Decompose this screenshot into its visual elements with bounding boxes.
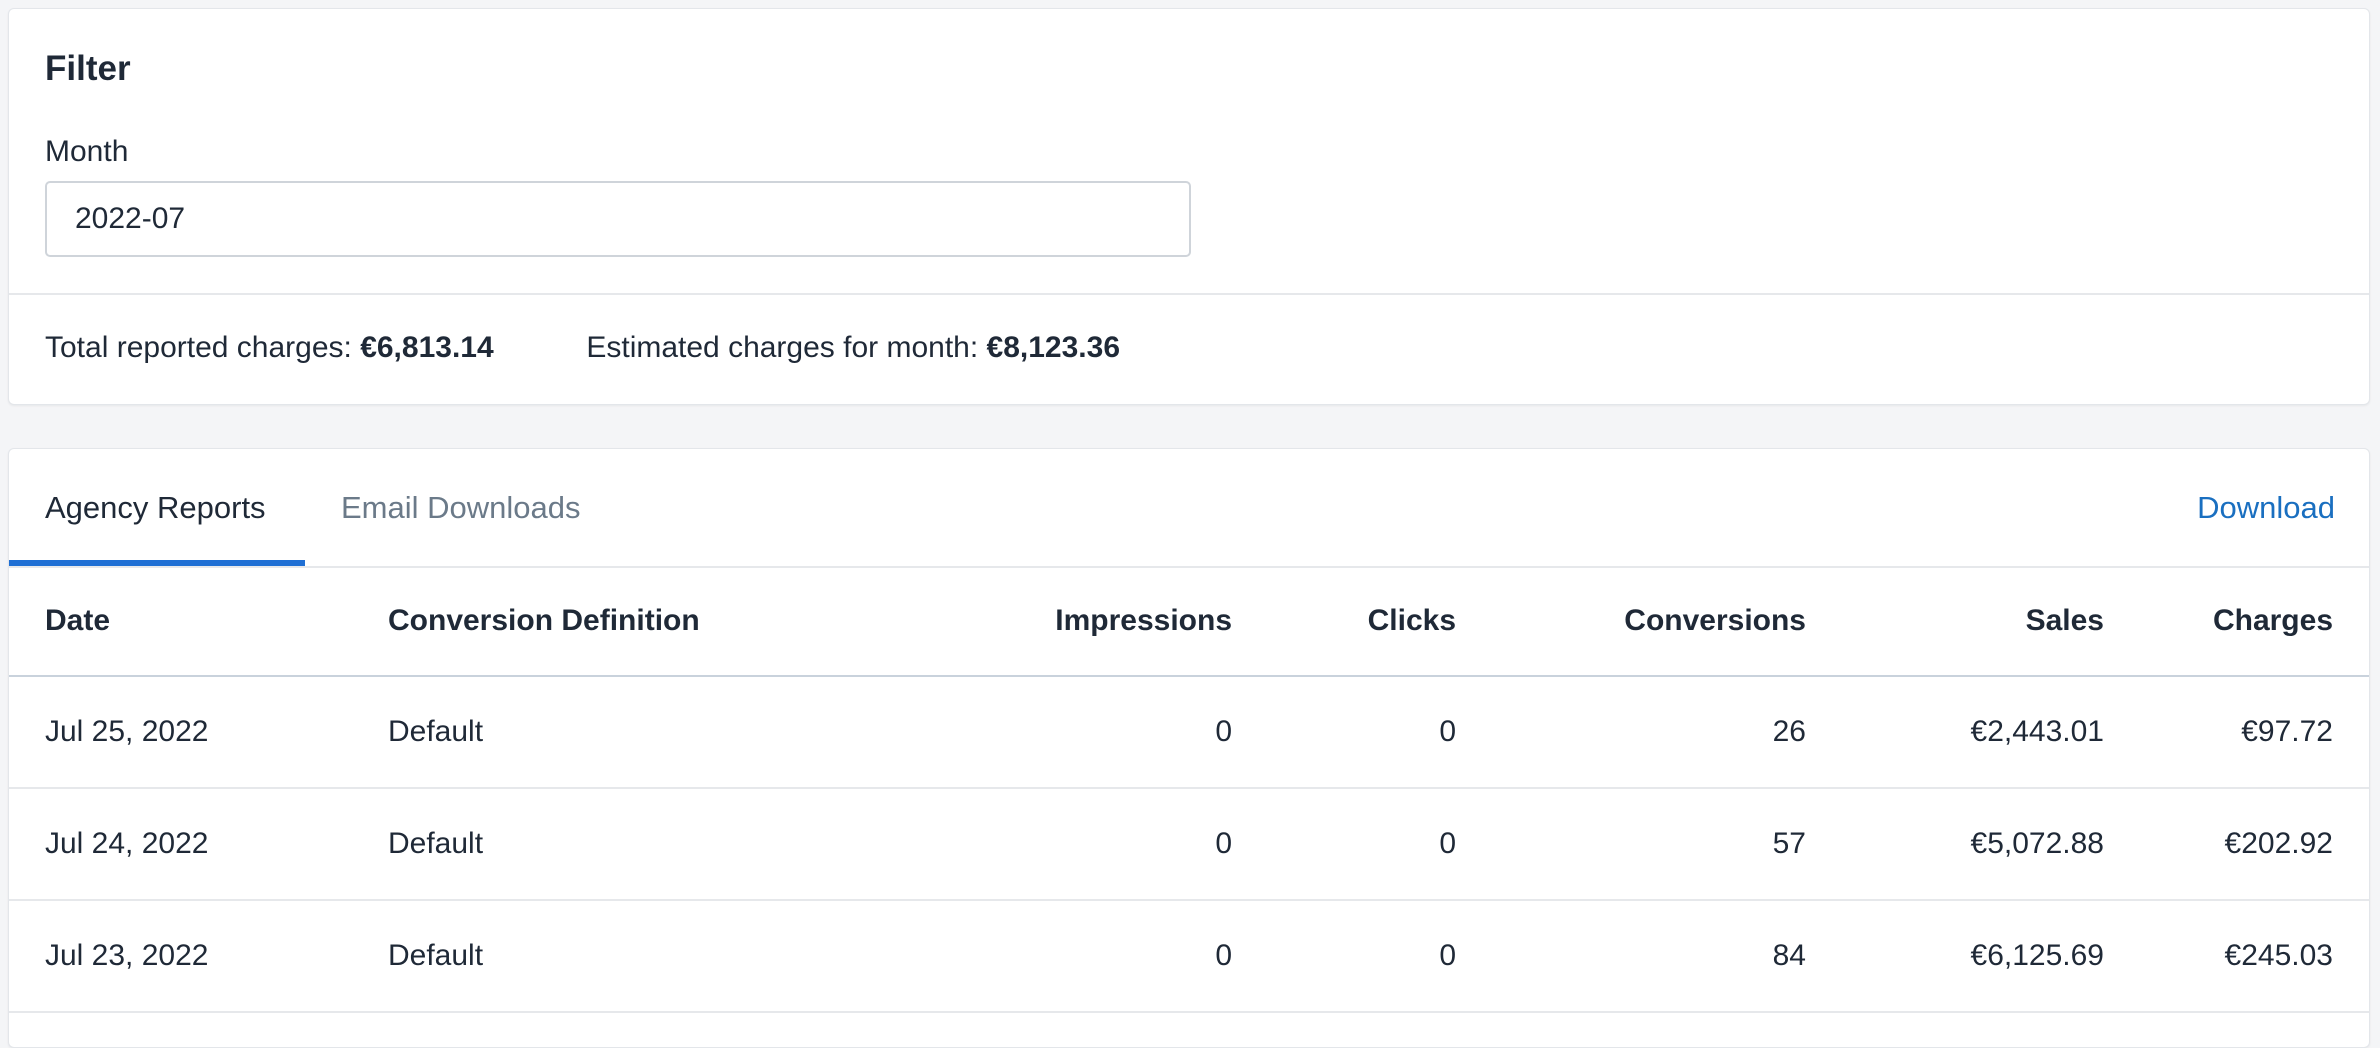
- cell-sales: €6,125.69: [1806, 900, 2104, 1013]
- column-header-conversion-definition[interactable]: Conversion Definition: [388, 566, 788, 677]
- reports-panel: Agency Reports Email Downloads Download …: [8, 448, 2370, 1048]
- cell-sales: €2,443.01: [1806, 676, 2104, 789]
- cell-impressions: 0: [788, 788, 1232, 901]
- month-input[interactable]: [45, 181, 1191, 257]
- estimated-charges-value: €8,123.36: [986, 331, 1121, 364]
- cell-impressions: 0: [788, 676, 1232, 789]
- cell-charges: €97.72: [2104, 676, 2369, 789]
- filter-panel: Filter Month Total reported charges: €6,…: [8, 8, 2370, 405]
- cell-impressions: 0: [788, 900, 1232, 1013]
- table-row: Jul 25, 2022 Default 0 0 26 €2,443.01 €9…: [9, 676, 2369, 789]
- cell-clicks: 0: [1232, 676, 1456, 789]
- cell-charges: €202.92: [2104, 788, 2369, 901]
- column-header-date[interactable]: Date: [9, 566, 388, 677]
- cell-date: Jul 23, 2022: [9, 900, 388, 1013]
- filter-title: Filter: [45, 49, 131, 88]
- cell-clicks: 0: [1232, 788, 1456, 901]
- tab-agency-reports[interactable]: Agency Reports: [9, 449, 305, 566]
- total-reported-value: €6,813.14: [360, 331, 494, 364]
- total-reported-label: Total reported charges:: [45, 331, 352, 364]
- cell-conversions: 84: [1456, 900, 1806, 1013]
- column-header-charges[interactable]: Charges: [2104, 566, 2369, 677]
- estimated-charges-label: Estimated charges for month:: [586, 331, 979, 364]
- table-row: Jul 23, 2022 Default 0 0 84 €6,125.69 €2…: [9, 900, 2369, 1013]
- cell-conversion-definition: Default: [388, 676, 788, 789]
- cell-conversion-definition: Default: [388, 788, 788, 901]
- cell-charges: €245.03: [2104, 900, 2369, 1013]
- download-link[interactable]: Download: [2197, 449, 2335, 566]
- charges-summary: Total reported charges: €6,813.14 Estima…: [45, 331, 1120, 365]
- cell-conversions: 57: [1456, 788, 1806, 901]
- cell-conversions: 26: [1456, 676, 1806, 789]
- cell-conversion-definition: Default: [388, 900, 788, 1013]
- agency-report-table: Date Conversion Definition Impressions C…: [9, 566, 2369, 1013]
- column-header-impressions[interactable]: Impressions: [788, 566, 1232, 677]
- tab-email-downloads[interactable]: Email Downloads: [341, 449, 581, 566]
- tab-bar: Agency Reports Email Downloads Download: [9, 449, 2369, 568]
- cell-sales: €5,072.88: [1806, 788, 2104, 901]
- cell-date: Jul 24, 2022: [9, 788, 388, 901]
- table-header-row: Date Conversion Definition Impressions C…: [9, 566, 2369, 677]
- divider: [9, 293, 2369, 295]
- column-header-clicks[interactable]: Clicks: [1232, 566, 1456, 677]
- cell-clicks: 0: [1232, 900, 1456, 1013]
- column-header-sales[interactable]: Sales: [1806, 566, 2104, 677]
- cell-date: Jul 25, 2022: [9, 676, 388, 789]
- month-label: Month: [45, 135, 129, 168]
- column-header-conversions[interactable]: Conversions: [1456, 566, 1806, 677]
- table-row: Jul 24, 2022 Default 0 0 57 €5,072.88 €2…: [9, 788, 2369, 901]
